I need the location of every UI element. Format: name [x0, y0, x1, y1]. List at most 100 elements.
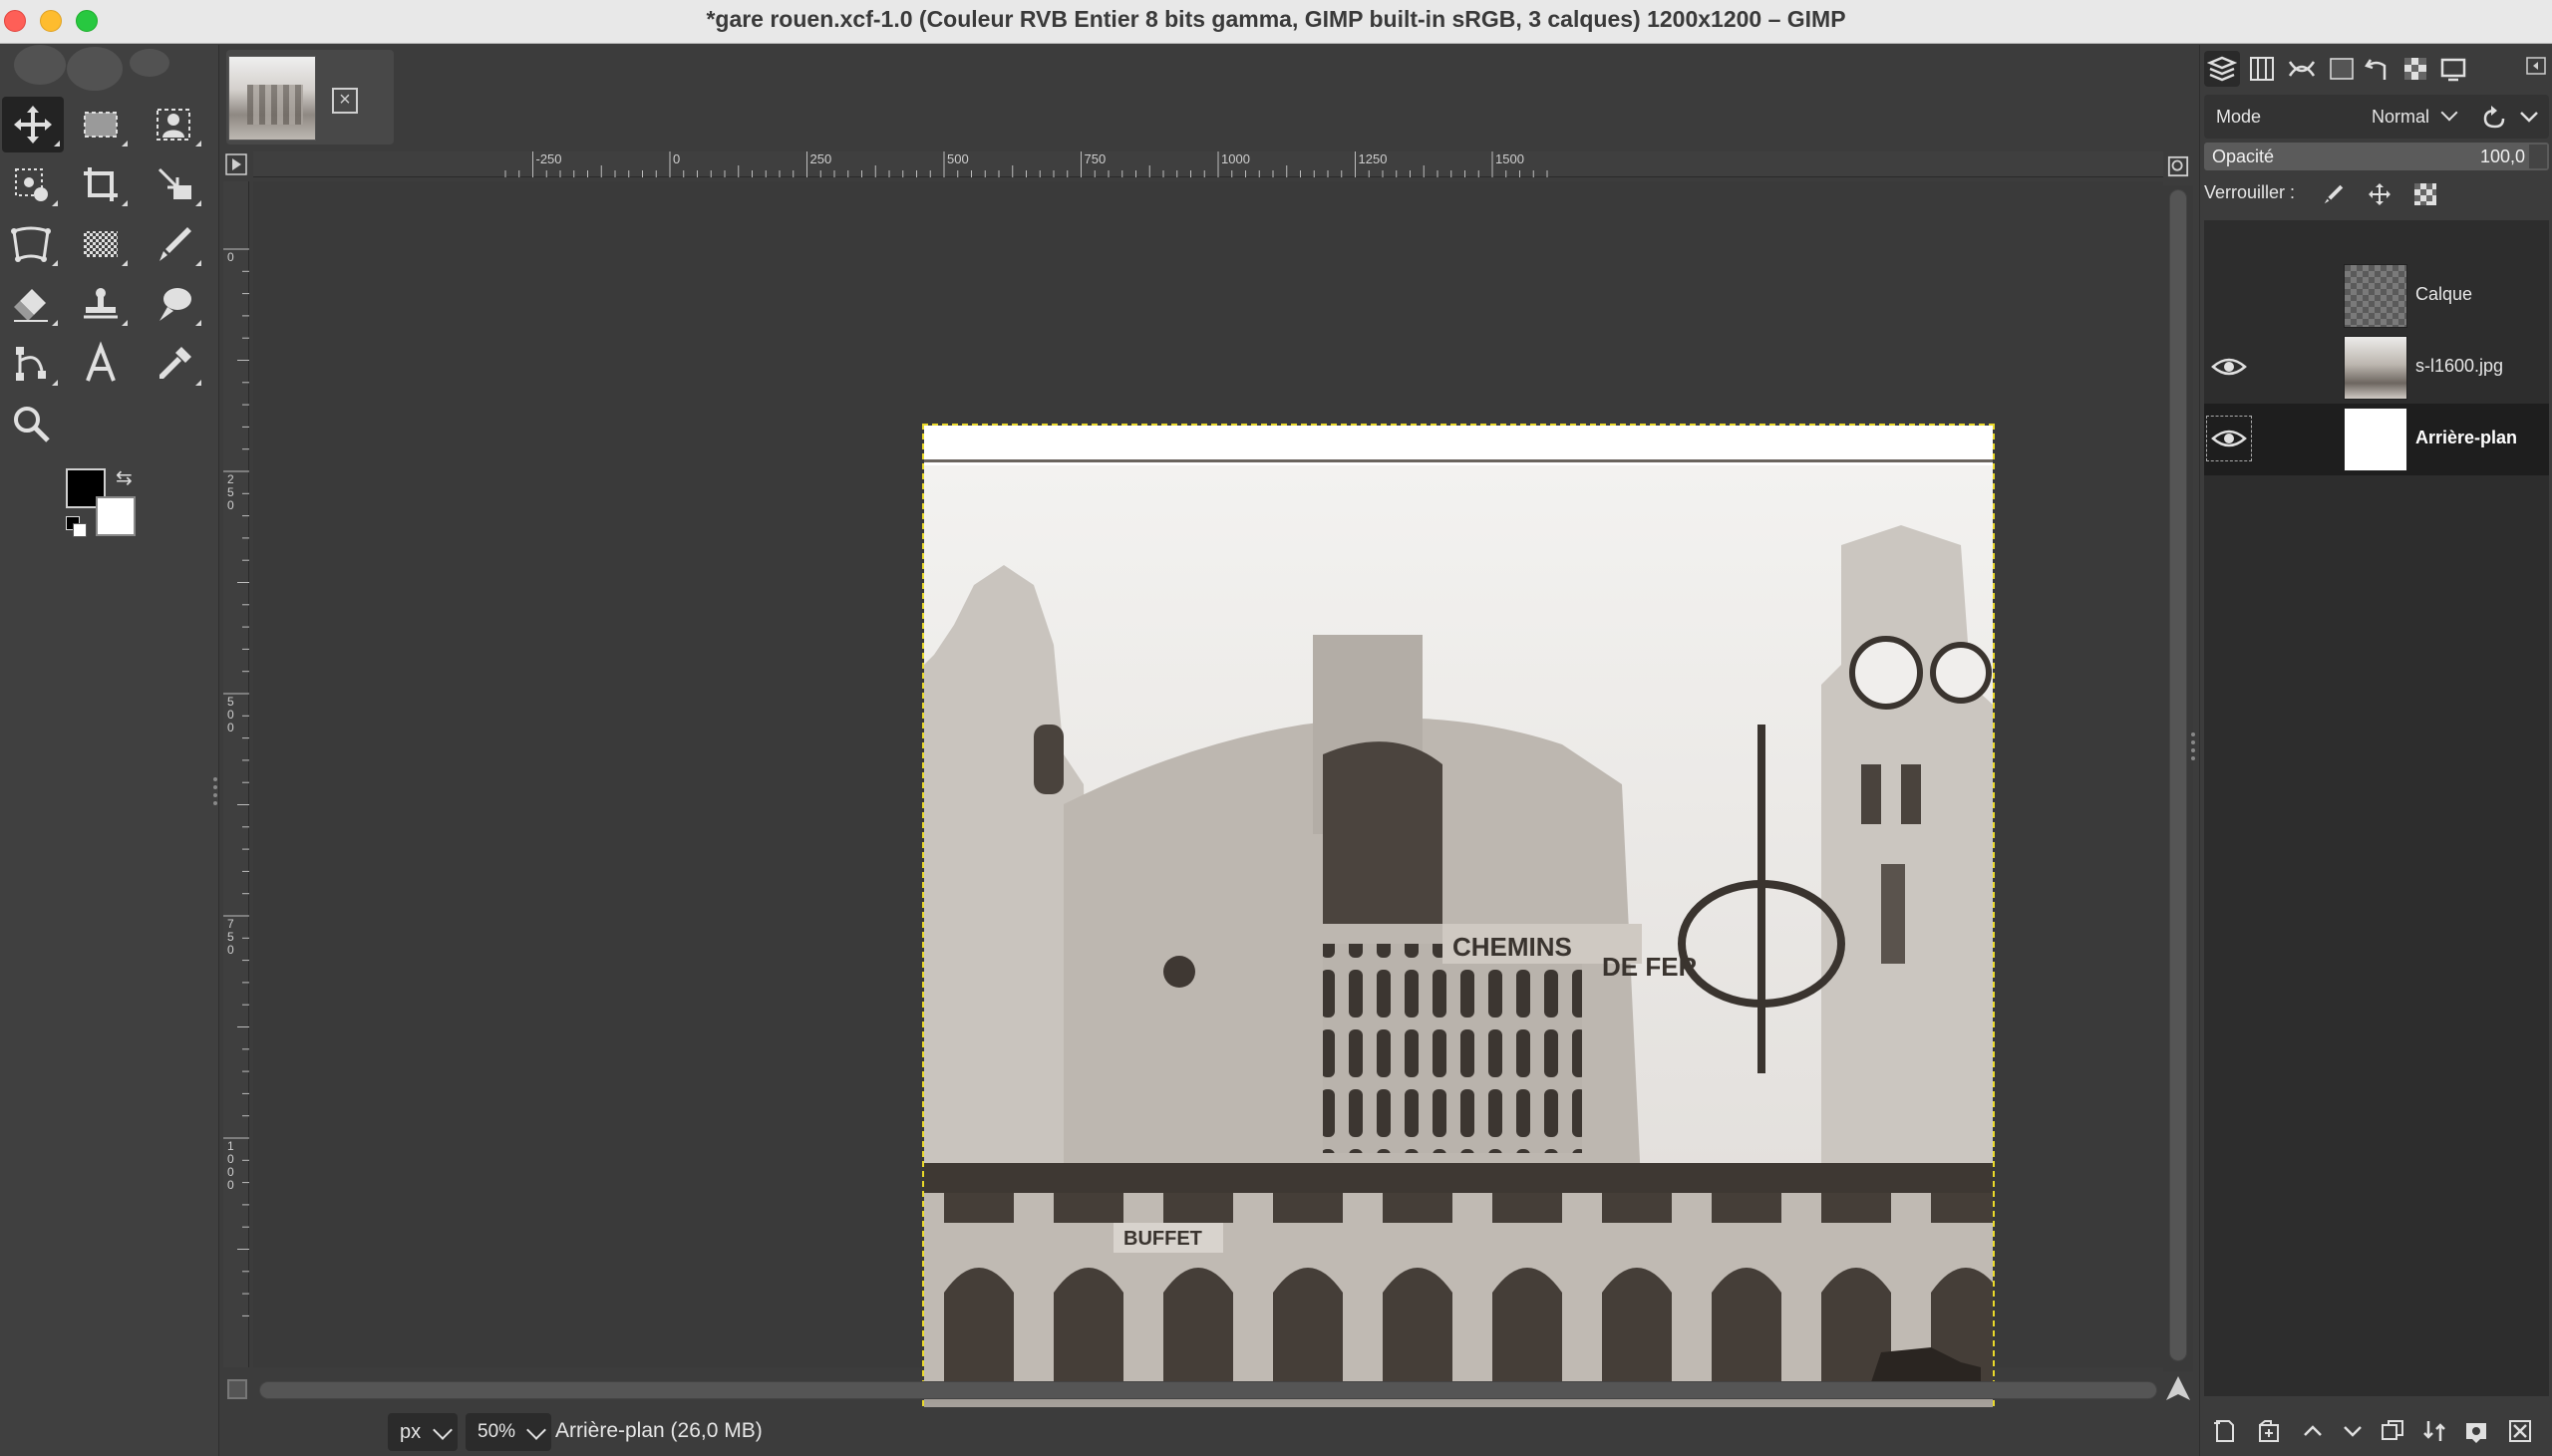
channels-icon	[2250, 57, 2274, 81]
layers-list: Calque s-l1600.jpg Arrière-plan	[2204, 220, 2549, 1396]
status-message: Arrière-plan (26,0 MB)	[555, 1419, 763, 1442]
navigate-button[interactable]	[2163, 1373, 2193, 1403]
tab-channels[interactable]	[2244, 51, 2280, 87]
layer-mode-row: Mode Normal	[2204, 95, 2549, 139]
foreground-select-tool-button[interactable]	[144, 97, 205, 152]
lock-position-icon[interactable]	[2364, 178, 2395, 210]
smudge-tool-button[interactable]	[144, 276, 205, 332]
eraser-tool-button[interactable]	[0, 276, 62, 332]
move-tool-button[interactable]	[2, 97, 64, 152]
mode-value: Normal	[2372, 107, 2430, 127]
toolbox-resize-grip[interactable]	[213, 777, 217, 813]
image-canvas[interactable]: BUFFET CHEMINS DE FER LA C...	[253, 181, 2163, 1456]
warp-transform-tool-button[interactable]	[0, 216, 62, 272]
horizontal-ruler[interactable]: -250 0 250 500 750 1000 1250 1500	[253, 151, 2163, 177]
opacity-slider[interactable]: Opacité 100,0	[2204, 143, 2549, 170]
opacity-value: 100,0	[2479, 146, 2525, 166]
svg-text:CHEMINS: CHEMINS	[1452, 932, 1572, 962]
tab-images[interactable]	[2435, 51, 2471, 87]
new-layer-group-button[interactable]	[2252, 1414, 2286, 1448]
new-layer-button[interactable]	[2208, 1414, 2242, 1448]
fuzzy-select-tool-button[interactable]	[0, 156, 62, 212]
zoom-value: 50%	[478, 1421, 516, 1442]
foreground-select-tool-icon	[157, 109, 190, 141]
vertical-ruler-ticks: 0 2 5 0 5 0 0 7 5 0 1 0 0 0	[223, 248, 249, 1316]
image-photo-gare-rouen[interactable]: BUFFET CHEMINS DE FER LA C...	[922, 424, 1995, 1456]
menu-arrow-icon	[225, 153, 247, 175]
quick-mask-toggle[interactable]	[227, 1379, 247, 1399]
eraser-tool-icon	[14, 289, 48, 322]
vertical-scrollbar[interactable]	[2163, 185, 2193, 1371]
background-color-swatch[interactable]	[96, 496, 136, 536]
text-tool-icon	[86, 341, 116, 382]
duplicate-icon	[2382, 1420, 2403, 1440]
scale-tool-button[interactable]	[144, 156, 205, 212]
ruler-label: 0	[673, 151, 680, 166]
new-layer-group-icon	[2259, 1420, 2279, 1442]
quick-menu-button[interactable]	[223, 151, 249, 177]
ruler-label: 500	[227, 695, 234, 734]
horizontal-scroll-thumb[interactable]	[259, 1381, 2157, 1399]
paths-tool-button[interactable]	[0, 336, 62, 392]
merge-layer-button[interactable]	[2417, 1414, 2451, 1448]
rect-select-tool-button[interactable]	[70, 97, 132, 152]
mode-reset-button[interactable]	[2475, 99, 2545, 135]
layer-thumbnail	[2344, 336, 2407, 400]
zoom-image-on-resize-button[interactable]	[2163, 151, 2193, 181]
lower-layer-button[interactable]	[2336, 1414, 2370, 1448]
horizontal-scrollbar[interactable]	[253, 1375, 2163, 1405]
lock-row: Verrouiller :	[2204, 174, 2549, 214]
tab-paths[interactable]	[2284, 51, 2320, 87]
warp-transform-tool-icon	[11, 226, 51, 262]
vertical-ruler[interactable]: 0 250 500 750 1000	[223, 181, 249, 1367]
layer-row-calque[interactable]: Calque	[2204, 260, 2549, 332]
reset-colors-icon[interactable]	[66, 516, 87, 537]
status-bar: px 50% Arrière-plan (26,0 MB)	[220, 1407, 2198, 1456]
dock-resize-grip[interactable]	[2191, 732, 2195, 768]
lock-alpha-icon[interactable]	[2409, 178, 2441, 210]
ruler-label: 250	[810, 151, 832, 166]
colormap-icon	[2330, 58, 2354, 80]
zoom-select[interactable]: 50%	[466, 1413, 551, 1451]
mode-label: Mode	[2216, 107, 2262, 127]
duplicate-layer-button[interactable]	[2376, 1414, 2409, 1448]
opacity-spin-buttons[interactable]	[2529, 145, 2547, 168]
tab-patterns[interactable]	[2397, 51, 2433, 87]
undo-history-icon	[2365, 59, 2387, 80]
crop-tool-button[interactable]	[70, 156, 132, 212]
delete-icon	[2509, 1420, 2531, 1442]
tab-undo-history[interactable]	[2360, 51, 2395, 87]
vertical-scroll-thumb[interactable]	[2169, 189, 2187, 1361]
paintbrush-tool-button[interactable]	[144, 216, 205, 272]
text-tool-button[interactable]	[70, 336, 132, 392]
dock-menu-icon[interactable]	[2525, 55, 2547, 77]
layer-mask-button[interactable]	[2459, 1414, 2493, 1448]
tab-layers[interactable]	[2204, 51, 2240, 87]
mode-select[interactable]: Normal	[2366, 101, 2463, 133]
images-icon	[2440, 58, 2466, 82]
unit-select[interactable]: px	[388, 1413, 458, 1451]
paths-tool-icon	[16, 347, 46, 381]
image-tabs-bar: ×	[220, 45, 2198, 149]
color-picker-tool-button[interactable]	[144, 336, 205, 392]
close-tab-icon[interactable]: ×	[332, 88, 358, 114]
opacity-label: Opacité	[2212, 146, 2275, 166]
clone-tool-button[interactable]	[70, 276, 132, 332]
raise-layer-button[interactable]	[2296, 1414, 2330, 1448]
visibility-toggle-s-l1600[interactable]	[2206, 344, 2252, 390]
image-tab[interactable]: ×	[226, 50, 394, 145]
ruler-label: 750	[1085, 151, 1107, 166]
layer-row-arriere-plan[interactable]: Arrière-plan	[2204, 404, 2549, 475]
lock-pixels-icon[interactable]	[2318, 178, 2350, 210]
wilber-logo	[14, 45, 169, 91]
layers-icon	[2207, 56, 2237, 82]
visibility-toggle-arriere-plan[interactable]	[2206, 416, 2252, 461]
tab-colormap[interactable]	[2324, 51, 2360, 87]
swap-colors-icon[interactable]: ⇆	[116, 465, 133, 490]
rect-select-tool-icon	[84, 112, 118, 138]
visibility-toggle-calque[interactable]	[2206, 272, 2252, 318]
delete-layer-button[interactable]	[2503, 1414, 2537, 1448]
layer-row-s-l1600[interactable]: s-l1600.jpg	[2204, 332, 2549, 404]
zoom-tool-button[interactable]	[0, 396, 62, 451]
gradient-tool-button[interactable]	[70, 216, 132, 272]
